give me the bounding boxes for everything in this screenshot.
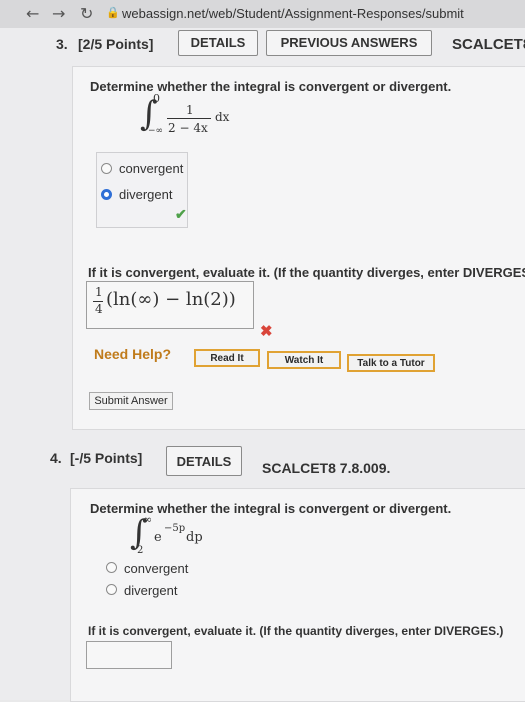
need-help-label: Need Help?: [94, 346, 172, 362]
q4-radio-convergent[interactable]: [106, 562, 117, 573]
q4-base: e: [154, 530, 162, 545]
q3-answer-coef-num: 1: [95, 285, 103, 299]
q3-upper-limit: 0: [153, 92, 160, 105]
watch-it-button[interactable]: Watch It: [267, 351, 341, 369]
q4-course-code: SCALCET8 7.8.009.: [262, 460, 391, 476]
q3-prompt: Determine whether the integral is conver…: [90, 79, 452, 94]
q4-points: [-/5 Points]: [70, 450, 143, 466]
q4-dp: dp: [186, 530, 203, 545]
q3-answer-coef-den: 4: [95, 302, 103, 316]
q4-choice-convergent: convergent: [124, 561, 189, 576]
q3-numerator: 1: [186, 103, 194, 117]
lock-icon: 🔒: [106, 7, 120, 19]
forward-arrow-icon[interactable]: →: [52, 4, 65, 23]
reload-icon[interactable]: ↻: [80, 4, 93, 23]
q4-radio-divergent[interactable]: [106, 584, 117, 595]
q4-evaluate-prompt: If it is convergent, evaluate it. (If th…: [88, 624, 504, 638]
q3-number: 3.: [56, 36, 68, 52]
q3-details-button[interactable]: DETAILS: [178, 30, 258, 56]
cross-icon: ✖: [260, 323, 273, 340]
q3-radio-divergent[interactable]: [101, 189, 112, 200]
q4-number: 4.: [50, 450, 62, 466]
q3-choice-divergent: divergent: [119, 187, 173, 202]
q4-details-button[interactable]: DETAILS: [166, 446, 242, 476]
talk-to-tutor-button[interactable]: Talk to a Tutor: [347, 354, 435, 372]
q4-exponent: −5p: [164, 523, 186, 534]
q3-lower-limit: −∞: [148, 126, 164, 136]
submit-answer-button[interactable]: Submit Answer: [89, 392, 173, 410]
back-arrow-icon[interactable]: ←: [26, 4, 39, 23]
q3-answer-expression: (ln(∞) − ln(2)): [106, 289, 236, 310]
q3-radio-convergent[interactable]: [101, 163, 112, 174]
q3-course-code: SCALCET8: [452, 36, 525, 53]
q4-upper-limit: ∞: [143, 513, 153, 526]
q3-denominator: 2 − 4x: [168, 121, 208, 135]
q3-previous-answers-button[interactable]: PREVIOUS ANSWERS: [266, 30, 432, 56]
fraction-bar: [167, 118, 211, 119]
q4-answer-field[interactable]: [86, 641, 172, 669]
read-it-button[interactable]: Read It: [194, 349, 260, 367]
q3-choice-convergent: convergent: [119, 161, 184, 176]
q3-dx: dx: [215, 110, 230, 124]
address-bar[interactable]: webassign.net/web/Student/Assignment-Res…: [122, 6, 464, 21]
q4-choice-divergent: divergent: [124, 583, 178, 598]
check-icon: ✔: [175, 206, 187, 222]
q4-lower-limit: 2: [137, 545, 144, 556]
q3-evaluate-prompt: If it is convergent, evaluate it. (If th…: [88, 265, 525, 280]
q3-points: [2/5 Points]: [78, 36, 154, 52]
